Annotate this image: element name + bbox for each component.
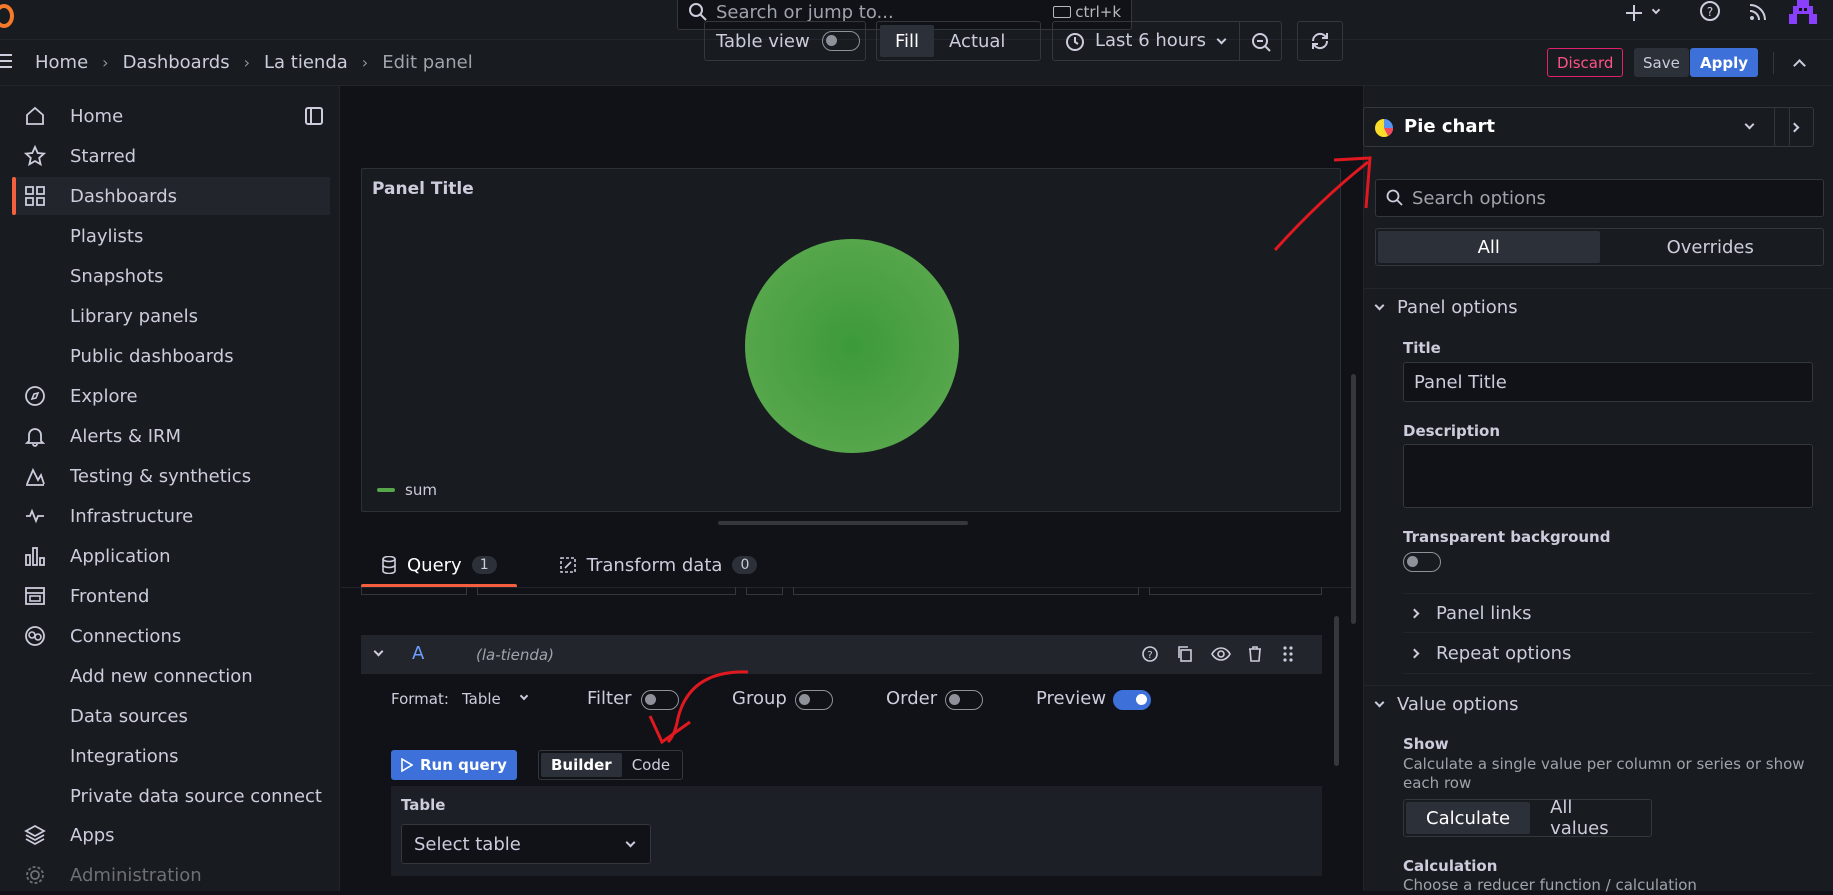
annotation-arrow-2 xyxy=(666,670,749,744)
annotation-arrow-1 xyxy=(1273,160,1369,252)
annotation-arrowhead-2 xyxy=(648,715,691,745)
annotation-arrows xyxy=(648,156,1372,745)
